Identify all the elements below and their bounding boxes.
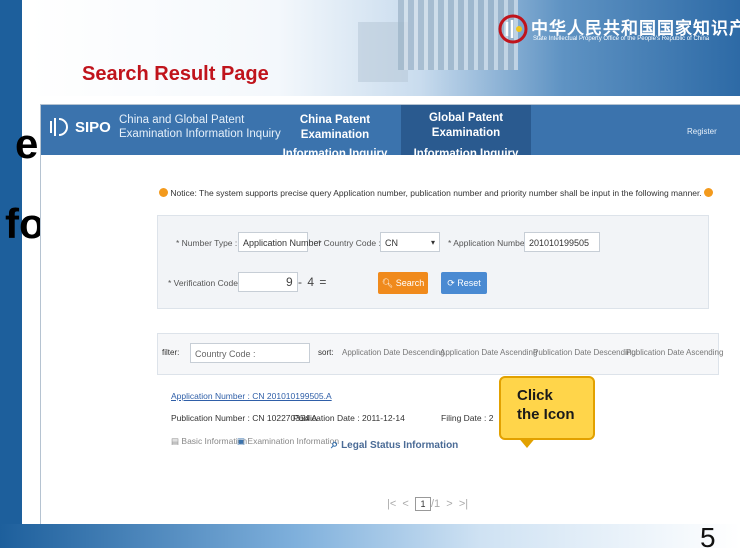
sort-label: sort: bbox=[318, 348, 334, 357]
number-type-select[interactable]: Application Number bbox=[238, 232, 322, 252]
nav-site-name[interactable]: China and Global Patent Examination Info… bbox=[119, 113, 281, 141]
site-navbar: SIPO China and Global Patent Examination… bbox=[41, 105, 740, 160]
basic-information-link[interactable]: ▤ Basic Information bbox=[171, 436, 247, 447]
tab-global-label-1: Global Patent Examination bbox=[428, 112, 504, 139]
help-icon[interactable] bbox=[704, 188, 714, 197]
country-code-value: CN bbox=[385, 238, 398, 248]
sipo-title-en: State Intellectual Property Office of th… bbox=[533, 36, 710, 42]
reset-button[interactable]: ⟳ Reset bbox=[441, 272, 487, 294]
nav-logo-text[interactable]: SIPO bbox=[75, 119, 111, 136]
slide: 中华人民共和国国家知识产权局 State Intellectual Proper… bbox=[0, 0, 740, 548]
sort-publication-date-desc[interactable]: Publication Date Descending bbox=[533, 348, 636, 357]
slide-page-number: 5 bbox=[700, 522, 716, 548]
register-link[interactable]: Register bbox=[687, 127, 717, 136]
reset-icon: ⟳ bbox=[447, 278, 455, 288]
next-page-button[interactable]: > bbox=[446, 498, 452, 510]
tab-china-label-2: Information Inquiry bbox=[282, 148, 388, 160]
nav-site-name-line2: Examination Information Inquiry bbox=[119, 128, 281, 140]
sipo-logo-icon bbox=[498, 14, 528, 44]
info-icon bbox=[159, 188, 168, 197]
page-number-input[interactable]: 1 bbox=[414, 497, 431, 511]
sipo-nav-logo-icon bbox=[50, 118, 68, 136]
first-page-button[interactable]: |< bbox=[387, 498, 396, 510]
tab-global-label-2: Information Inquiry bbox=[413, 148, 519, 160]
sort-application-date-desc[interactable]: Application Date Descending bbox=[342, 348, 445, 357]
screenshot-panel: SIPO China and Global Patent Examination… bbox=[40, 104, 740, 526]
last-page-button[interactable]: >| bbox=[459, 498, 468, 510]
nav-site-name-line1: China and Global Patent bbox=[119, 114, 245, 126]
publication-date: Publication Date : 2011-12-14 bbox=[293, 413, 405, 423]
application-number-link[interactable]: Application Number : CN 201010199505.A bbox=[171, 391, 332, 401]
country-code-label: * Country Code : bbox=[318, 238, 381, 248]
sort-application-date-asc[interactable]: Application Date Ascending bbox=[440, 348, 537, 357]
bottom-band bbox=[0, 524, 740, 548]
search-button[interactable]: 🔍︎ Search bbox=[378, 272, 428, 294]
number-type-label: * Number Type : bbox=[176, 238, 238, 248]
filter-bar: filter: Country Code : sort: Application… bbox=[157, 333, 723, 375]
examination-information-link[interactable]: ▣ Examination Information bbox=[237, 436, 339, 447]
examination-icon: ▣ bbox=[237, 436, 246, 446]
filter-label: filter: bbox=[162, 348, 180, 357]
application-number-input[interactable]: 201010199505 bbox=[524, 232, 600, 252]
pagination: |< < 1/1 > >| bbox=[387, 497, 468, 511]
tab-china-patent[interactable]: China Patent Examination Information Inq… bbox=[275, 105, 395, 160]
notice-bar: Notice: The system supports precise quer… bbox=[159, 188, 714, 198]
prev-page-button[interactable]: < bbox=[402, 498, 408, 510]
verification-code-label: * Verification Code : bbox=[168, 278, 243, 288]
search-button-label: Search bbox=[395, 278, 425, 288]
tab-china-label-1: China Patent Examination bbox=[299, 114, 371, 141]
tab-global-patent[interactable]: Global Patent Examination Information In… bbox=[401, 105, 531, 160]
legal-status-icon[interactable]: ⌕ bbox=[331, 436, 338, 451]
slide-title: Search Result Page bbox=[82, 63, 269, 85]
document-icon: ▤ bbox=[171, 436, 180, 446]
application-number-label: * Application Number : bbox=[448, 238, 533, 248]
dropdown-arrow-icon: ▾ bbox=[430, 238, 435, 247]
callout-line1: Click bbox=[517, 387, 553, 404]
notice-text: Notice: The system supports precise quer… bbox=[170, 188, 702, 198]
legal-status-link[interactable]: ⌕ Legal Status Information bbox=[331, 436, 458, 452]
captcha-image: 9 - 4 = bbox=[286, 275, 328, 289]
reset-button-label: Reset bbox=[457, 278, 481, 288]
sort-publication-date-asc[interactable]: Publication Date Ascending bbox=[626, 348, 723, 357]
slide-left-bar bbox=[0, 0, 22, 548]
country-code-select[interactable]: CN ▾ bbox=[380, 232, 440, 252]
legal-status-label: Legal Status Information bbox=[341, 440, 459, 451]
callout-line2: the Icon bbox=[517, 406, 575, 423]
filing-date: Filing Date : 2 bbox=[441, 413, 494, 423]
country-code-filter-input[interactable]: Country Code : bbox=[190, 343, 310, 363]
search-form: * Number Type : Application Number * Cou… bbox=[157, 215, 709, 309]
callout-box: Click the Icon bbox=[499, 376, 595, 440]
side-text-line1: e bbox=[15, 120, 39, 167]
callout-text: Click the Icon bbox=[517, 386, 575, 424]
examination-information-label: Examination Information bbox=[247, 436, 340, 446]
search-icon: 🔍︎ bbox=[381, 278, 394, 288]
page-total: /1 bbox=[430, 498, 441, 510]
